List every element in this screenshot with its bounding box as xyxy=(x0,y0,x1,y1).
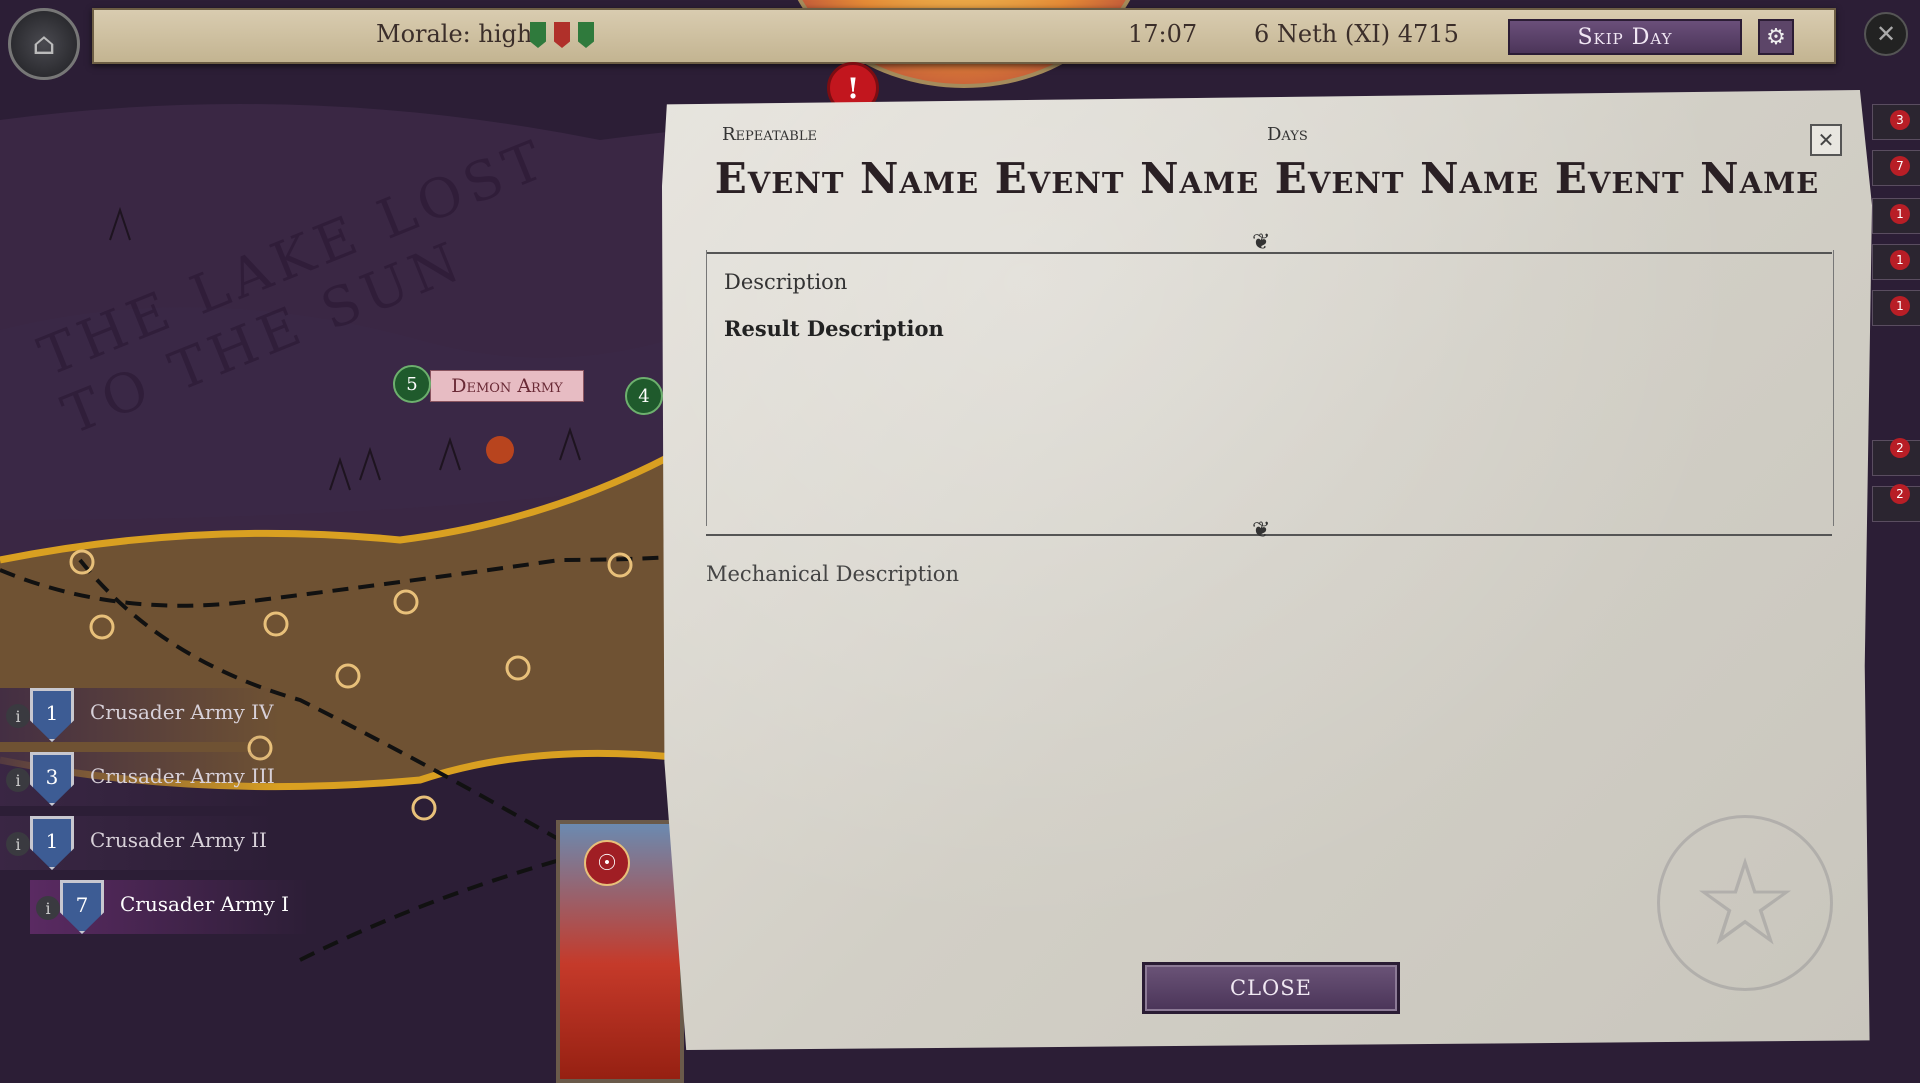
notification-badge: 1 xyxy=(1890,250,1910,270)
army-name: Crusader Army III xyxy=(90,764,275,788)
flame-icon: ☉ xyxy=(584,840,630,886)
shield-icon: 7 xyxy=(60,880,104,934)
neighbor-army-strength-badge: 4 xyxy=(625,377,663,415)
army-list-item-selected[interactable]: i 7 Crusader Army I xyxy=(30,880,310,934)
shield-icon: 1 xyxy=(30,688,74,742)
army-list-item[interactable]: i 3 Crusader Army III xyxy=(0,752,280,806)
clock-time: 17:07 xyxy=(1128,20,1198,48)
demon-army-label[interactable]: Demon Army xyxy=(430,370,584,402)
notification-badge: 2 xyxy=(1890,438,1910,458)
top-status-bar: Morale: high 17:07 6 Neth (XI) 4715 Skip… xyxy=(92,8,1836,64)
notification-badge: 7 xyxy=(1890,156,1910,176)
morale-flag-icon xyxy=(554,22,570,48)
pentagram-seal-watermark: ☆ xyxy=(1657,815,1833,991)
demon-army-token[interactable] xyxy=(486,436,514,464)
info-icon[interactable]: i xyxy=(6,768,30,792)
info-icon[interactable]: i xyxy=(36,896,60,920)
event-title: Event Name Event Name Event Name Event N… xyxy=(714,154,1820,203)
event-description: Description xyxy=(724,270,848,294)
calendar-date: 6 Neth (XI) 4715 xyxy=(1254,20,1459,48)
army-name: Crusader Army I xyxy=(120,892,290,916)
morale-flag-icon xyxy=(578,22,594,48)
close-button[interactable]: CLOSE xyxy=(1142,962,1400,1014)
army-list-item[interactable]: i 1 Crusader Army II xyxy=(0,816,280,870)
repeatable-label: Repeatable xyxy=(722,124,817,145)
demon-army-strength-badge: 5 xyxy=(393,365,431,403)
notification-badge: 1 xyxy=(1890,204,1910,224)
shield-icon: 3 xyxy=(30,752,74,806)
settings-gear-icon[interactable]: ⚙ xyxy=(1758,19,1794,55)
description-frame xyxy=(706,250,1834,526)
close-icon[interactable]: ✕ xyxy=(1864,12,1908,56)
days-label: Days xyxy=(1267,124,1308,145)
morale-text: Morale: high xyxy=(376,20,533,48)
info-icon[interactable]: i xyxy=(6,704,30,728)
skip-day-button[interactable]: Skip Day xyxy=(1508,19,1742,55)
notification-badge: 2 xyxy=(1890,484,1910,504)
result-description: Result Description xyxy=(724,316,944,341)
home-icon[interactable]: ⌂ xyxy=(8,8,80,80)
info-icon[interactable]: i xyxy=(6,832,30,856)
dialog-close-icon[interactable]: ✕ xyxy=(1810,124,1842,156)
notification-badge: 3 xyxy=(1890,110,1910,130)
shield-icon: 1 xyxy=(30,816,74,870)
ornament-flourish-bottom: ❦ xyxy=(1252,518,1271,543)
army-name: Crusader Army IV xyxy=(90,700,274,724)
army-list-item[interactable]: i 1 Crusader Army IV xyxy=(0,688,280,742)
event-dialog: Repeatable Days ✕ Event Name Event Name … xyxy=(662,90,1872,1050)
morale-flag-icon xyxy=(530,22,546,48)
army-name: Crusader Army II xyxy=(90,828,267,852)
notification-badge: 1 xyxy=(1890,296,1910,316)
mechanical-description: Mechanical Description xyxy=(706,562,959,586)
